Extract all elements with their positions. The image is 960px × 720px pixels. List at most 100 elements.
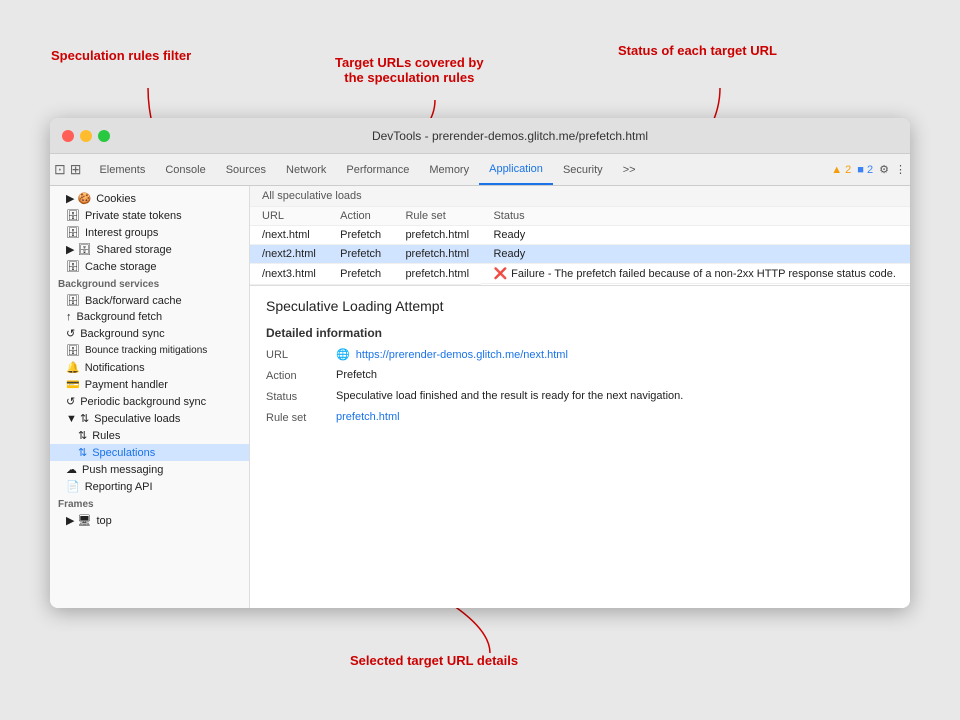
rules-icon: ⇅	[78, 429, 87, 442]
detail-label-action: Action	[266, 369, 336, 382]
main-panel: All speculative loads URL Action Rule se…	[250, 186, 910, 608]
push-messaging-icon: ☁	[66, 463, 77, 476]
sidebar-item-shared-storage[interactable]: ▶ 🗄 Shared storage	[50, 241, 249, 258]
toolbar-right: ▲ 2 ■ 2 ⚙ ⋮	[831, 163, 906, 176]
url-link[interactable]: https://prerender-demos.glitch.me/next.h…	[356, 349, 568, 361]
error-icon: ❌	[493, 267, 507, 280]
browser-window: DevTools - prerender-demos.glitch.me/pre…	[50, 118, 910, 608]
sidebar-item-cache-storage[interactable]: 🗄 Cache storage	[50, 258, 249, 275]
sidebar-item-back-forward-cache[interactable]: 🗄 Back/forward cache	[50, 292, 249, 309]
sidebar-item-background-fetch[interactable]: ↑ Background fetch	[50, 309, 249, 325]
speculations-icon: ⇅	[78, 446, 87, 459]
row-status-error: ❌ Failure - The prefetch failed because …	[481, 264, 910, 284]
inspect-icon[interactable]: ⊡	[54, 161, 66, 178]
sidebar-item-push-messaging[interactable]: ☁ Push messaging	[50, 461, 249, 478]
detail-label-status: Status	[266, 390, 336, 403]
sidebar-item-speculations[interactable]: ⇅ Speculations	[50, 444, 249, 461]
detail-value-ruleset: prefetch.html	[336, 411, 894, 423]
reporting-api-icon: 📄	[66, 480, 80, 493]
frame-icon: ▶ 🖥	[66, 514, 91, 527]
sidebar-item-interest-groups[interactable]: 🗄 Interest groups	[50, 224, 249, 241]
sidebar-item-rules[interactable]: ⇅ Rules	[50, 427, 249, 444]
col-url: URL	[250, 207, 328, 226]
window-title: DevTools - prerender-demos.glitch.me/pre…	[122, 129, 898, 143]
settings-icon[interactable]: ⚙	[879, 163, 889, 176]
col-action: Action	[328, 207, 393, 226]
minimize-button[interactable]	[80, 130, 92, 142]
section-header-all-loads: All speculative loads	[250, 186, 910, 207]
toolbar-icons: ⊡ ⊞	[54, 161, 81, 178]
more-options-icon[interactable]: ⋮	[895, 163, 906, 176]
sidebar-item-top-frame[interactable]: ▶ 🖥 top	[50, 512, 249, 529]
row-url: /next3.html	[250, 264, 328, 285]
cookies-icon: ▶ 🍪	[66, 192, 91, 205]
tab-network[interactable]: Network	[276, 154, 336, 185]
detail-row-action: Action Prefetch	[266, 369, 894, 382]
detail-row-status: Status Speculative load finished and the…	[266, 390, 894, 403]
detail-value-url: 🌐 https://prerender-demos.glitch.me/next…	[336, 348, 894, 361]
sidebar-item-notifications[interactable]: 🔔 Notifications	[50, 359, 249, 376]
tab-memory[interactable]: Memory	[419, 154, 479, 185]
title-bar: DevTools - prerender-demos.glitch.me/pre…	[50, 118, 910, 154]
sidebar-item-background-sync[interactable]: ↺ Background sync	[50, 325, 249, 342]
sidebar-item-periodic-bg-sync[interactable]: ↺ Periodic background sync	[50, 393, 249, 410]
annotation-selected-url-details: Selected target URL details	[350, 653, 518, 668]
row-url: /next.html	[250, 226, 328, 245]
tab-console[interactable]: Console	[155, 154, 215, 185]
table-row[interactable]: /next3.html Prefetch prefetch.html ❌ Fai…	[250, 264, 910, 285]
sidebar-item-bounce-tracking[interactable]: 🗄 Bounce tracking mitigations	[50, 342, 249, 359]
device-icon[interactable]: ⊞	[70, 161, 82, 178]
table-row[interactable]: /next2.html Prefetch prefetch.html Ready	[250, 245, 910, 264]
col-status: Status	[481, 207, 910, 226]
background-sync-icon: ↺	[66, 327, 75, 340]
tab-more[interactable]: >>	[613, 154, 646, 185]
interest-groups-icon: 🗄	[66, 226, 80, 239]
table-row[interactable]: /next.html Prefetch prefetch.html Ready	[250, 226, 910, 245]
tab-elements[interactable]: Elements	[89, 154, 155, 185]
sidebar-item-private-state-tokens[interactable]: 🗄 Private state tokens	[50, 207, 249, 224]
sidebar-item-reporting-api[interactable]: 📄 Reporting API	[50, 478, 249, 495]
detail-label-url: URL	[266, 348, 336, 361]
tab-performance[interactable]: Performance	[336, 154, 419, 185]
sidebar-item-speculative-loads[interactable]: ▼ ⇅ Speculative loads	[50, 410, 249, 427]
traffic-lights	[62, 130, 110, 142]
section-frames: Frames	[50, 495, 249, 512]
payment-handler-icon: 💳	[66, 378, 80, 391]
annotation-status-each-url: Status of each target URL	[618, 43, 777, 58]
row-ruleset: prefetch.html	[393, 245, 481, 264]
detail-row-url: URL 🌐 https://prerender-demos.glitch.me/…	[266, 348, 894, 361]
sidebar: ▶ 🍪 Cookies 🗄 Private state tokens 🗄 Int…	[50, 186, 250, 608]
sidebar-item-cookies[interactable]: ▶ 🍪 Cookies	[50, 190, 249, 207]
back-forward-icon: 🗄	[66, 294, 80, 307]
cache-storage-icon: 🗄	[66, 260, 80, 273]
close-button[interactable]	[62, 130, 74, 142]
col-ruleset: Rule set	[393, 207, 481, 226]
detail-row-ruleset: Rule set prefetch.html	[266, 411, 894, 424]
detail-value-action: Prefetch	[336, 369, 894, 381]
row-action: Prefetch	[328, 245, 393, 264]
ruleset-link[interactable]: prefetch.html	[336, 411, 400, 423]
row-ruleset: prefetch.html	[393, 264, 481, 285]
table-section: All speculative loads URL Action Rule se…	[250, 186, 910, 286]
tab-application[interactable]: Application	[479, 154, 553, 185]
private-state-icon: 🗄	[66, 209, 80, 222]
speculative-loads-table: URL Action Rule set Status /next.html Pr…	[250, 207, 910, 285]
notifications-icon: 🔔	[66, 361, 80, 374]
row-ruleset: prefetch.html	[393, 226, 481, 245]
devtools-toolbar: ⊡ ⊞ Elements Console Sources Network Per…	[50, 154, 910, 186]
globe-icon: 🌐	[336, 349, 350, 361]
row-status: Ready	[481, 245, 910, 264]
section-background-services: Background services	[50, 275, 249, 292]
row-status: Ready	[481, 226, 910, 245]
periodic-sync-icon: ↺	[66, 395, 75, 408]
maximize-button[interactable]	[98, 130, 110, 142]
tab-sources[interactable]: Sources	[216, 154, 276, 185]
detail-label-ruleset: Rule set	[266, 411, 336, 424]
devtools-body: ▶ 🍪 Cookies 🗄 Private state tokens 🗄 Int…	[50, 186, 910, 608]
sidebar-item-payment-handler[interactable]: 💳 Payment handler	[50, 376, 249, 393]
row-action: Prefetch	[328, 226, 393, 245]
detail-subtitle: Detailed information	[266, 326, 894, 340]
speculative-loads-icon: ▼ ⇅	[66, 412, 89, 425]
background-fetch-icon: ↑	[66, 311, 72, 323]
tab-security[interactable]: Security	[553, 154, 613, 185]
